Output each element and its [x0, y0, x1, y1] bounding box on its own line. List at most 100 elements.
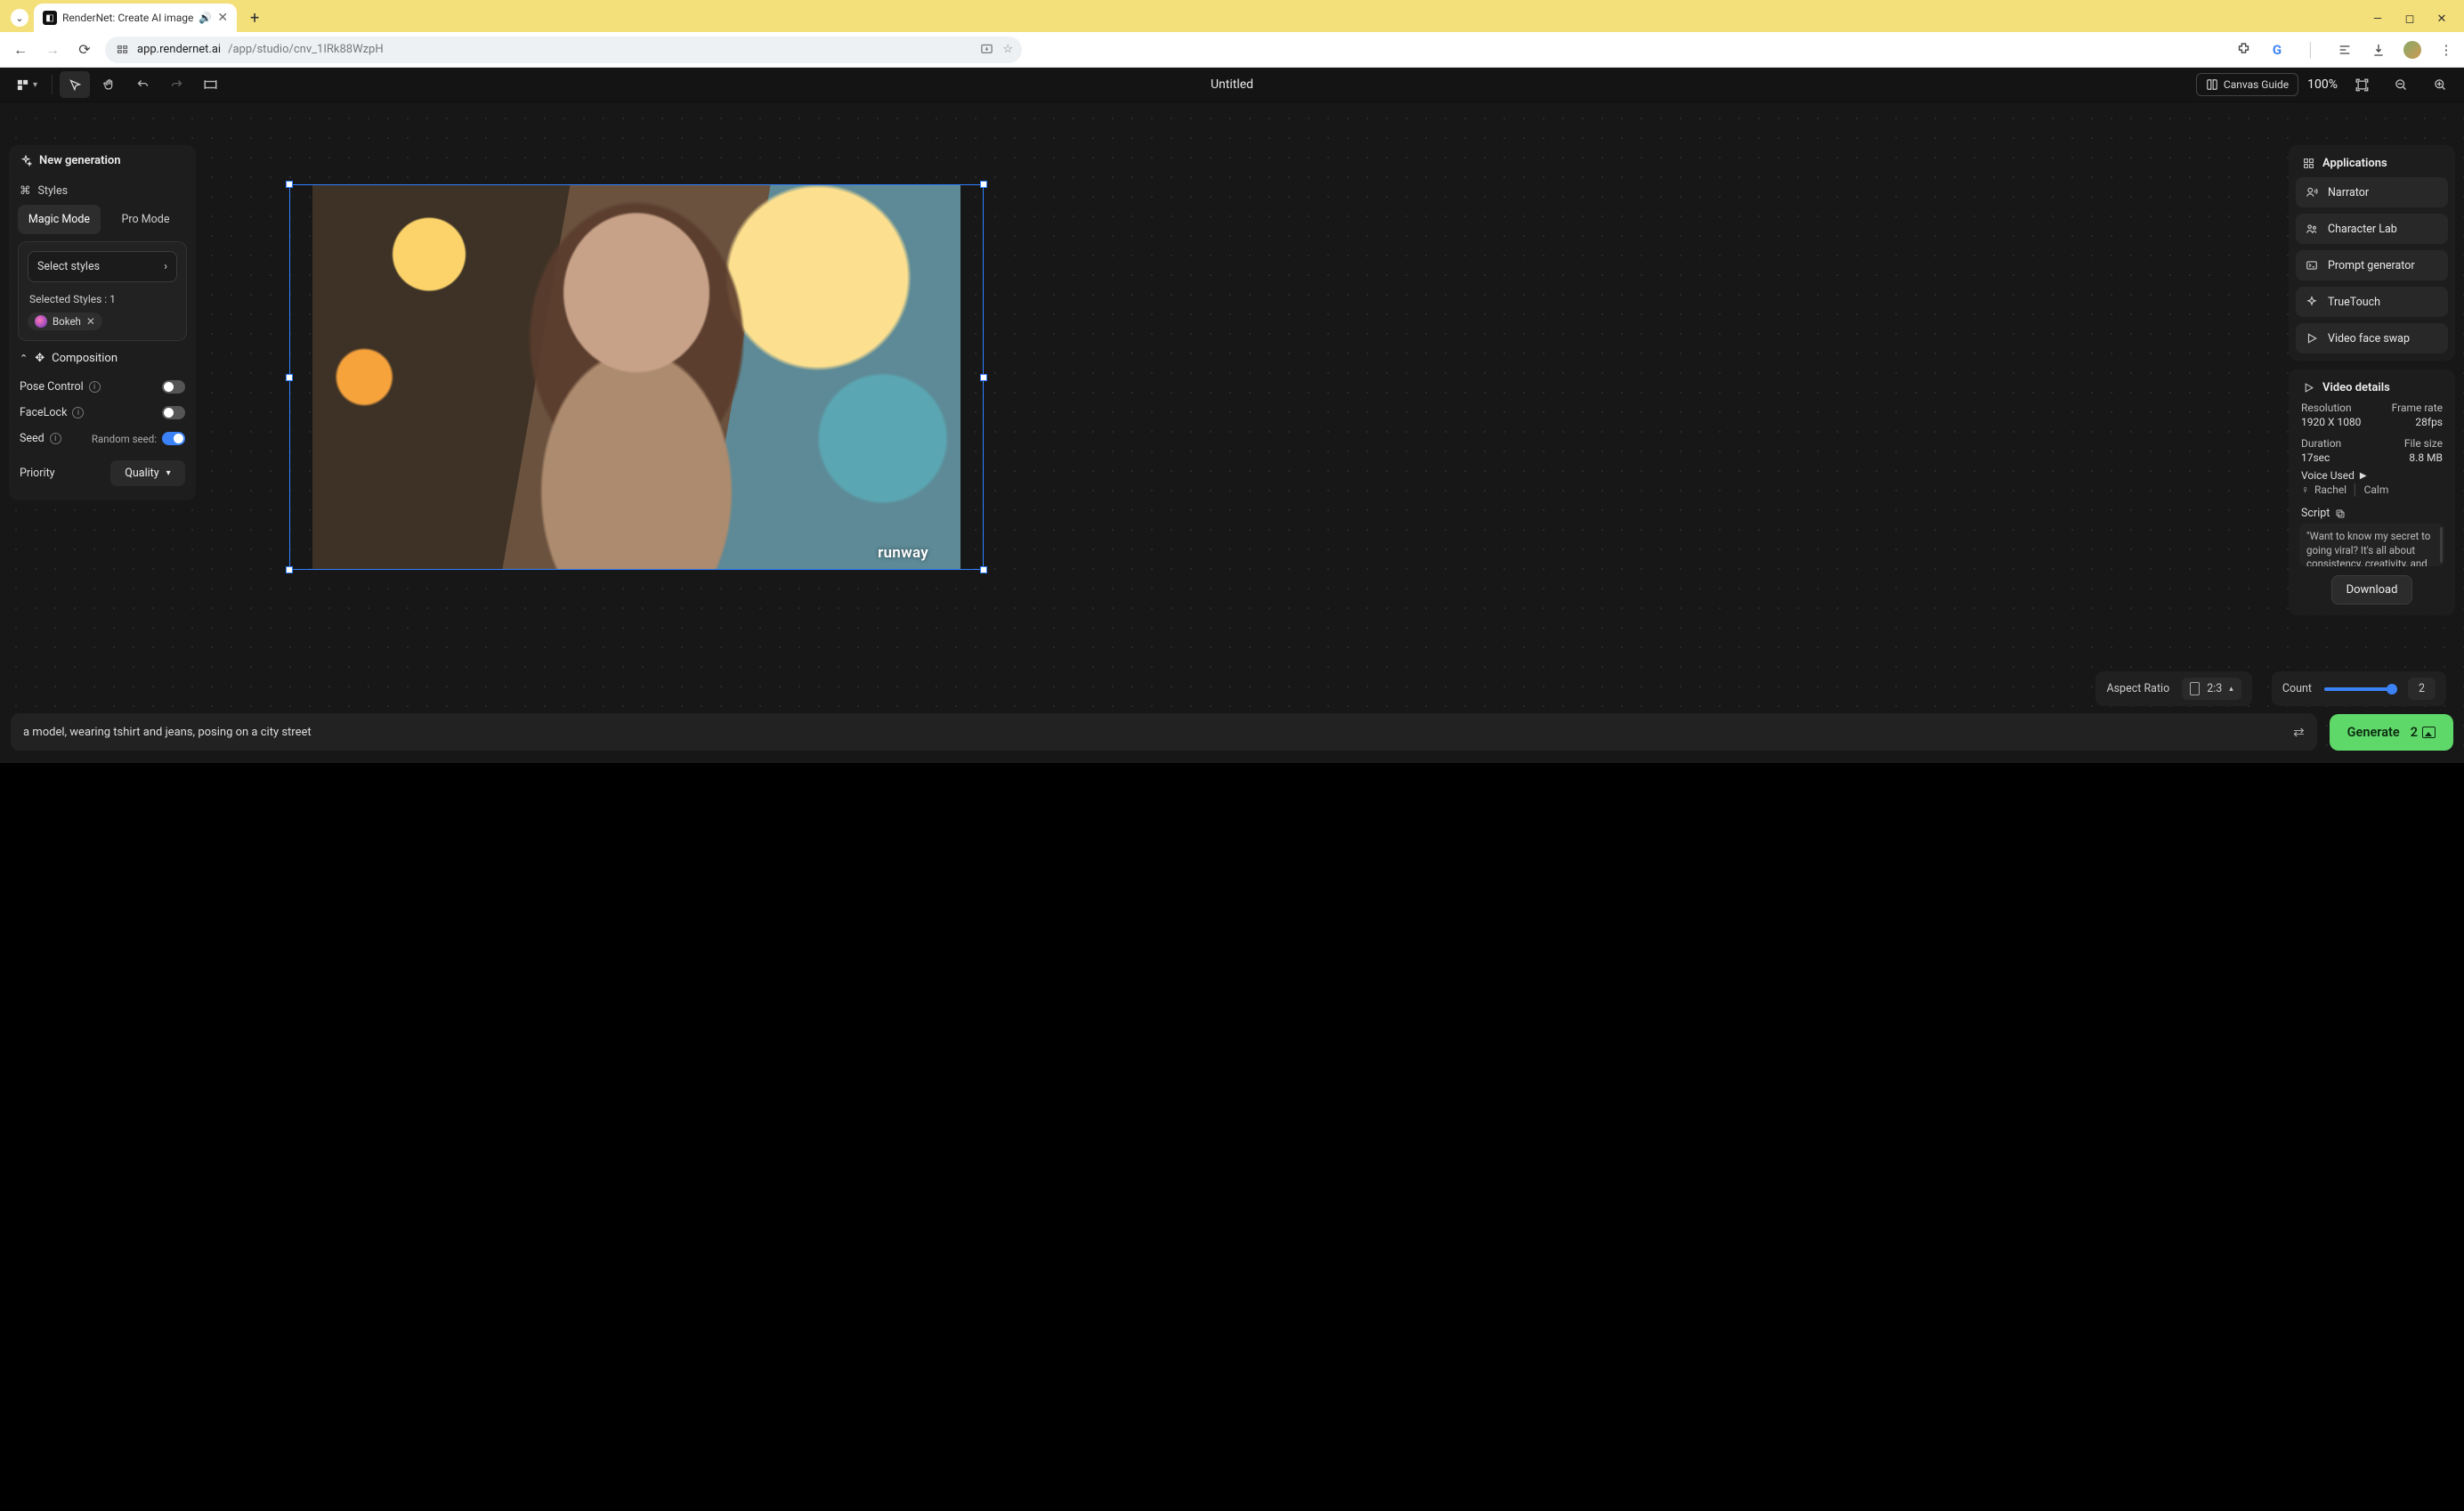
chrome-menu-button[interactable]: ⋮	[2437, 41, 2455, 59]
voice-mood: Calm	[2364, 483, 2389, 496]
downloads-icon[interactable]	[2370, 41, 2387, 59]
app-toolbar: ▾ Untitled Canvas Guide 100%	[0, 68, 2464, 102]
remove-chip-button[interactable]: ✕	[86, 315, 95, 328]
logo-menu-button[interactable]: ▾	[9, 71, 45, 98]
resize-handle[interactable]	[286, 181, 293, 188]
tab-search-button[interactable]: ⌄	[11, 9, 28, 27]
app-prompt-generator[interactable]: Prompt generator	[2296, 250, 2448, 280]
browser-tab[interactable]: ◧ RenderNet: Create AI image 🔊 ✕	[34, 4, 237, 32]
aspect-ratio-label: Aspect Ratio	[2106, 682, 2169, 695]
zoom-out-button[interactable]	[2386, 71, 2416, 98]
shuffle-prompt-button[interactable]: ⇄	[2293, 724, 2305, 740]
styles-section-label: ⌘ Styles	[20, 183, 185, 198]
resize-handle[interactable]	[980, 566, 987, 573]
applications-panel: Applications Narrator Character Lab Prom…	[2289, 145, 2455, 361]
mode-tabs: Magic Mode Pro Mode	[18, 205, 187, 234]
app-narrator[interactable]: Narrator	[2296, 177, 2448, 207]
app-truetouch[interactable]: TrueTouch	[2296, 287, 2448, 317]
site-settings-icon[interactable]	[114, 42, 130, 58]
download-button[interactable]: Download	[2331, 575, 2413, 605]
framerate-label: Frame rate	[2376, 402, 2444, 414]
window-minimize-button[interactable]: ―	[2371, 12, 2384, 25]
forward-button: →	[41, 38, 64, 61]
facelock-toggle[interactable]	[162, 406, 185, 419]
duration-label: Duration	[2301, 437, 2369, 450]
reload-button[interactable]: ⟳	[73, 38, 96, 61]
address-bar[interactable]: app.rendernet.ai/app/studio/cnv_1IRk88Wz…	[105, 37, 1022, 63]
canvas-guide-button[interactable]: Canvas Guide	[2196, 73, 2298, 96]
copy-icon[interactable]	[2335, 508, 2346, 519]
canvas-selection[interactable]: runway	[289, 184, 984, 570]
pose-control-label: Pose Control i	[20, 380, 101, 394]
tab-close-button[interactable]: ✕	[217, 11, 228, 25]
facelock-label: FaceLock i	[20, 406, 84, 419]
frame-tool-button[interactable]	[195, 71, 225, 98]
prompt-input[interactable]: a model, wearing tshirt and jeans, posin…	[11, 713, 2317, 751]
pose-control-toggle[interactable]	[162, 380, 185, 394]
app-character-lab[interactable]: Character Lab	[2296, 214, 2448, 244]
canvas-workspace[interactable]: runway New generation ⌘ Styles Magic Mod	[0, 102, 2464, 763]
resize-handle[interactable]	[980, 181, 987, 188]
info-icon[interactable]: i	[72, 407, 84, 418]
hand-tool-button[interactable]	[93, 71, 124, 98]
document-title[interactable]: Untitled	[1211, 77, 1253, 92]
zoom-in-button[interactable]	[2425, 71, 2455, 98]
play-outline-icon	[2301, 380, 2315, 394]
random-seed-toggle[interactable]	[162, 432, 185, 445]
voice-used-row[interactable]: Voice Used ▶	[2296, 464, 2448, 483]
new-tab-button[interactable]: +	[242, 5, 267, 30]
install-app-icon[interactable]	[980, 43, 993, 56]
select-tool-button[interactable]	[60, 71, 90, 98]
bookmark-icon[interactable]: ☆	[1002, 43, 1013, 56]
back-button[interactable]: ←	[9, 38, 32, 61]
select-styles-button[interactable]: Select styles ›	[28, 251, 177, 282]
caret-down-icon: ▾	[166, 468, 171, 478]
info-icon[interactable]: i	[89, 381, 101, 393]
chevron-up-icon: ⌃	[20, 353, 28, 364]
redo-button[interactable]	[161, 71, 191, 98]
image-icon	[2422, 727, 2436, 738]
voice-name: Rachel	[2314, 483, 2346, 496]
script-label: Script	[2301, 507, 2330, 520]
tab-pro-mode[interactable]: Pro Mode	[104, 205, 187, 234]
script-textarea[interactable]: "Want to know my secret to going viral? …	[2299, 524, 2444, 566]
narrator-icon	[2305, 185, 2319, 199]
filesize-label: File size	[2376, 437, 2444, 450]
extensions-button[interactable]	[2234, 41, 2252, 59]
move-icon: ✥	[35, 352, 45, 365]
info-icon[interactable]: i	[50, 433, 61, 444]
window-close-button[interactable]: ✕	[2436, 12, 2448, 25]
window-maximize-button[interactable]: ◻	[2403, 12, 2416, 25]
count-value[interactable]: 2	[2408, 678, 2436, 700]
aspect-ratio-select[interactable]: 2:3 ▴	[2182, 678, 2241, 700]
zoom-level[interactable]: 100%	[2307, 77, 2338, 92]
resize-handle[interactable]	[980, 374, 987, 381]
app-video-faceswap[interactable]: Video face swap	[2296, 323, 2448, 353]
profile-avatar[interactable]	[2403, 41, 2421, 59]
favicon-icon: ◧	[43, 11, 57, 25]
audio-playing-icon[interactable]: 🔊	[199, 12, 212, 24]
framerate-value: 28fps	[2376, 416, 2444, 428]
grid-icon	[2301, 156, 2315, 170]
generated-image[interactable]: runway	[312, 185, 960, 569]
reading-list-icon[interactable]	[2336, 41, 2354, 59]
video-details-panel: Video details Resolution Frame rate 1920…	[2289, 370, 2455, 615]
generate-button[interactable]: Generate 2	[2330, 714, 2453, 751]
caret-up-icon: ▴	[2229, 685, 2233, 694]
composition-header[interactable]: ⌃ ✥ Composition	[18, 341, 187, 374]
tab-magic-mode[interactable]: Magic Mode	[18, 205, 101, 234]
image-watermark: runway	[878, 544, 928, 562]
style-chip[interactable]: Bokeh ✕	[28, 313, 102, 330]
priority-select[interactable]: Quality ▾	[110, 460, 185, 486]
bottom-bar: Aspect Ratio 2:3 ▴ Count 2 a model, wear…	[0, 662, 2464, 763]
generation-panel: New generation ⌘ Styles Magic Mode Pro M…	[9, 145, 196, 500]
resize-handle[interactable]	[286, 566, 293, 573]
sparkle-icon	[2305, 295, 2319, 309]
google-icon[interactable]: G	[2268, 41, 2286, 59]
resize-handle[interactable]	[286, 374, 293, 381]
count-slider[interactable]	[2324, 687, 2395, 691]
play-small-icon[interactable]: ▶	[2360, 471, 2367, 481]
fit-canvas-button[interactable]	[2346, 71, 2377, 98]
tab-strip: ⌄ ◧ RenderNet: Create AI image 🔊 ✕ + ― ◻…	[0, 0, 2464, 32]
undo-button[interactable]	[127, 71, 158, 98]
